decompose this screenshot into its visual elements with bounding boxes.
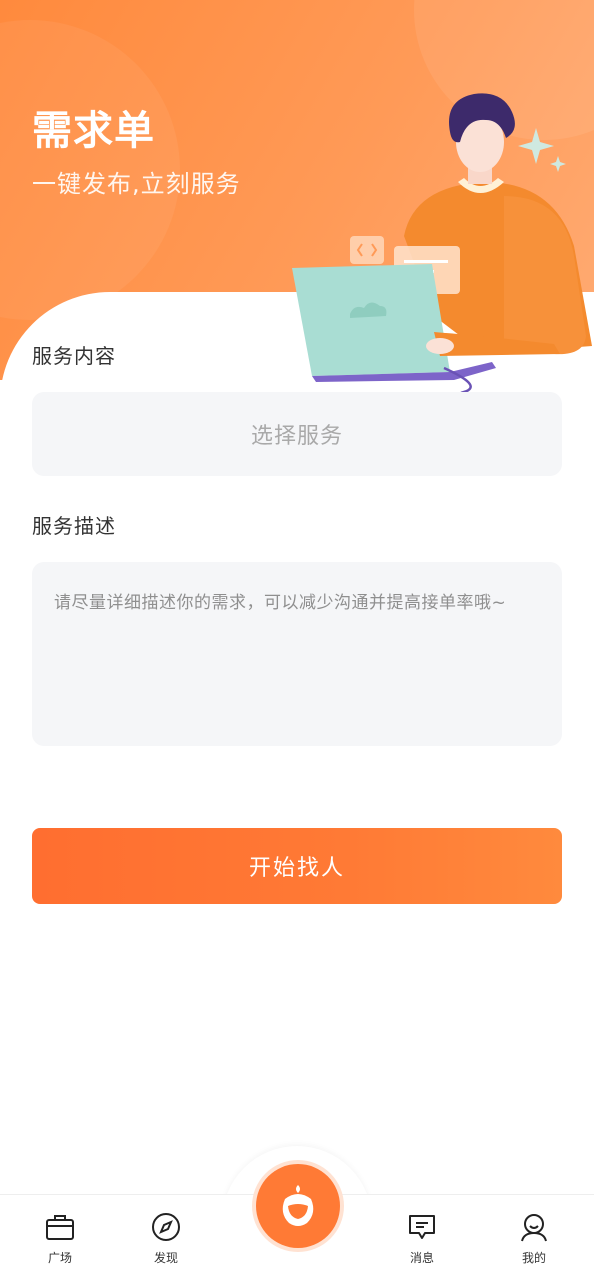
- message-icon: [409, 1215, 435, 1239]
- compass-icon: [152, 1213, 180, 1241]
- center-publish-button[interactable]: [256, 1164, 340, 1248]
- user-icon: [521, 1214, 547, 1242]
- description-textarea[interactable]: 请尽量详细描述你的需求，可以减少沟通并提高接单率哦~: [32, 562, 562, 746]
- page-subtitle: 一键发布,立刻服务: [32, 170, 241, 198]
- tab-profile[interactable]: 我的: [494, 1211, 574, 1266]
- service-select[interactable]: 选择服务: [32, 392, 562, 476]
- tab-plaza-label: 广场: [47, 1251, 72, 1265]
- tab-discover[interactable]: 发现: [126, 1211, 206, 1266]
- page-title: 需求单: [32, 108, 155, 154]
- briefcase-icon: [46, 1215, 74, 1240]
- person-laptop-illustration: [292, 93, 592, 405]
- tab-discover-label: 发现: [153, 1251, 178, 1265]
- start-search-button[interactable]: 开始找人: [32, 828, 562, 904]
- page: 需求单 一键发布,立刻服务 服务内容 选择服务 服务描述 请尽量详细描述你的需求…: [0, 0, 594, 1280]
- tab-messages-label: 消息: [409, 1251, 434, 1265]
- center-mascot-icon: [282, 1185, 314, 1226]
- tab-profile-label: 我的: [521, 1251, 546, 1265]
- tab-plaza[interactable]: 广场: [20, 1211, 100, 1266]
- service-content-label: 服务内容: [32, 344, 116, 368]
- service-description-label: 服务描述: [32, 514, 116, 538]
- tab-messages[interactable]: 消息: [382, 1211, 462, 1266]
